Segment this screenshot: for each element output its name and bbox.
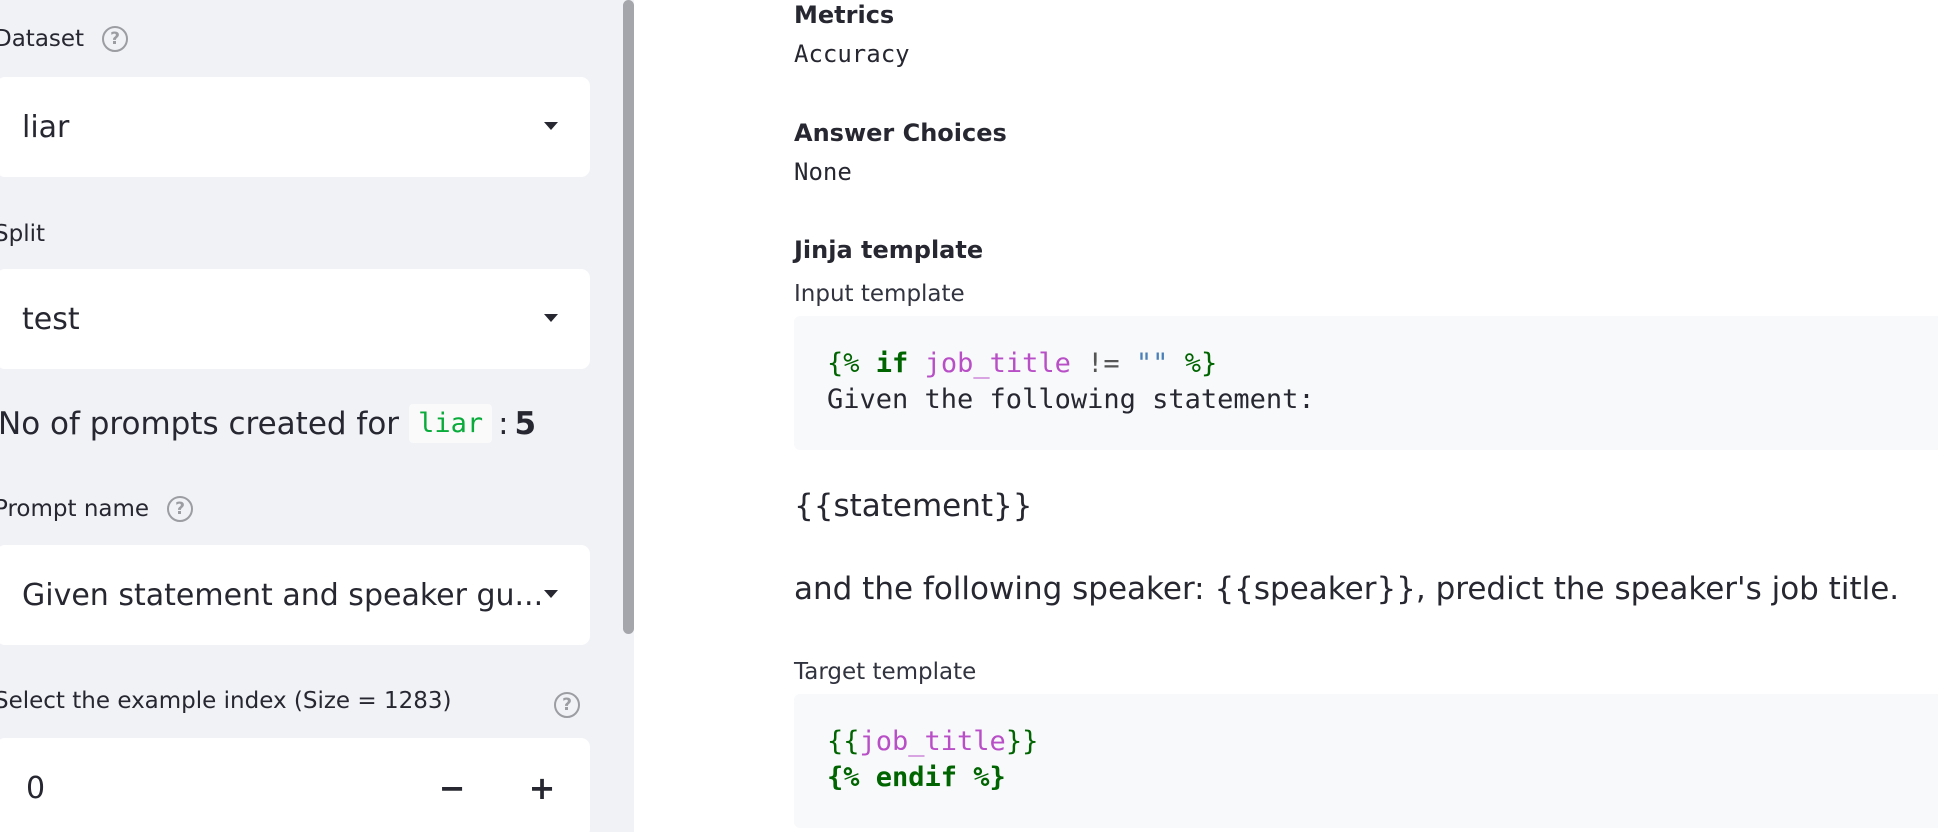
example-index-value[interactable]: 0	[26, 771, 45, 806]
metrics-value: Accuracy	[794, 40, 910, 68]
prompt-count-line: No of prompts created for liar : 5	[0, 404, 537, 443]
prompt-name-label: Prompt name ?	[0, 496, 194, 522]
split-label: Split	[0, 221, 45, 247]
example-index-input[interactable]: 0 − +	[0, 738, 590, 832]
code-line: {% endif %}	[827, 762, 1006, 793]
split-select-value: test	[22, 301, 80, 337]
sidebar: Dataset ? liar Split test No of prompts …	[0, 0, 634, 832]
dataset-code-badge: liar	[409, 404, 493, 443]
increment-button[interactable]: +	[512, 758, 572, 818]
prompt-count-value: 5	[514, 405, 537, 442]
answer-choices-heading: Answer Choices	[794, 119, 1007, 147]
dataset-label: Dataset ?	[0, 26, 129, 52]
code-line: {{job_title}}	[827, 726, 1039, 757]
rendered-statement: {{statement}}	[794, 488, 1033, 524]
help-icon[interactable]: ?	[167, 496, 194, 522]
answer-choices-value: None	[794, 158, 852, 186]
example-index-label: Select the example index (Size = 1283) ?	[0, 688, 588, 718]
code-line: Given the following statement:	[827, 384, 1315, 415]
dataset-select[interactable]: liar	[0, 77, 590, 177]
split-select[interactable]: test	[0, 269, 590, 369]
chevron-down-icon	[544, 314, 558, 322]
prompt-name-select-value: Given statement and speaker gu...	[22, 577, 544, 613]
dataset-select-value: liar	[22, 109, 70, 145]
target-template-code: {{job_title}} {% endif %}	[794, 694, 1938, 828]
help-icon[interactable]: ?	[554, 692, 580, 718]
decrement-button[interactable]: −	[422, 758, 482, 818]
input-template-code: {% if job_title != "" %} Given the follo…	[794, 316, 1938, 450]
target-template-label: Target template	[794, 659, 977, 685]
jinja-template-heading: Jinja template	[794, 236, 984, 264]
chevron-down-icon	[544, 590, 558, 598]
code-line: {% if job_title != "" %}	[827, 348, 1218, 379]
input-template-label: Input template	[794, 281, 965, 307]
prompt-name-select[interactable]: Given statement and speaker gu...	[0, 545, 590, 645]
chevron-down-icon	[544, 122, 558, 130]
metrics-heading: Metrics	[794, 1, 895, 29]
rendered-speaker-line: and the following speaker: {{speaker}}, …	[794, 571, 1900, 607]
main-content: Metrics Accuracy Answer Choices None Jin…	[634, 0, 1938, 832]
help-icon[interactable]: ?	[102, 26, 129, 52]
sidebar-scrollbar-thumb[interactable]	[623, 0, 634, 634]
